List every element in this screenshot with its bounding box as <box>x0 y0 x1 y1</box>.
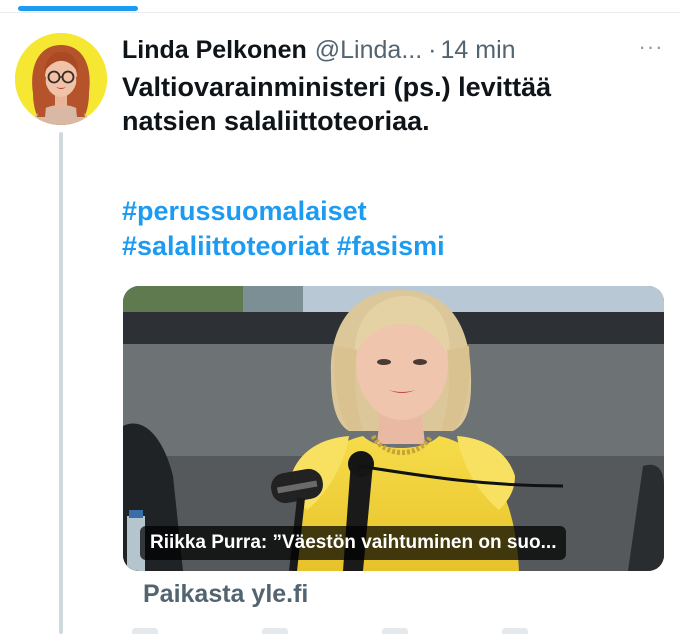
avatar-portrait <box>15 33 107 125</box>
hashtag-link[interactable]: #perussuomalaiset <box>122 196 367 226</box>
display-name[interactable]: Linda Pelkonen <box>122 35 307 65</box>
thread-line <box>59 132 63 634</box>
tweet-text-line: natsien salaliittoteoriaa. <box>122 106 430 136</box>
card-source-domain[interactable]: Paikasta yle.fi <box>143 578 308 610</box>
more-horizontal-icon[interactable]: ··· <box>634 33 668 63</box>
timestamp[interactable]: 14 min <box>440 35 515 65</box>
retweet-icon[interactable] <box>262 628 288 634</box>
action-bar-hint <box>122 624 667 634</box>
like-icon[interactable] <box>382 628 408 634</box>
hashtag-link[interactable]: #salaliittoteoriat <box>122 231 329 261</box>
hashtag-link[interactable]: #fasismi <box>337 231 445 261</box>
tweet-header: Linda Pelkonen @Linda... · 14 min <box>122 33 667 67</box>
separator-dot: · <box>428 36 437 64</box>
tweet-screen: Linda Pelkonen @Linda... · 14 min ··· Va… <box>0 0 680 634</box>
active-tab-indicator <box>18 6 138 11</box>
avatar[interactable] <box>15 33 107 125</box>
views-icon[interactable] <box>502 628 528 634</box>
user-handle[interactable]: @Linda... <box>315 35 422 65</box>
reply-icon[interactable] <box>132 628 158 634</box>
card-title[interactable]: Riikka Purra: ”Väestön vaihtuminen on su… <box>140 526 567 560</box>
tweet-text-line: Valtiovarainministeri (ps.) levittää <box>122 72 552 102</box>
tweet-text: Valtiovarainministeri (ps.) levittää nat… <box>122 70 662 138</box>
top-divider <box>0 12 680 13</box>
hashtag-list: #perussuomalaiset #salaliittoteoriat #fa… <box>122 194 662 264</box>
